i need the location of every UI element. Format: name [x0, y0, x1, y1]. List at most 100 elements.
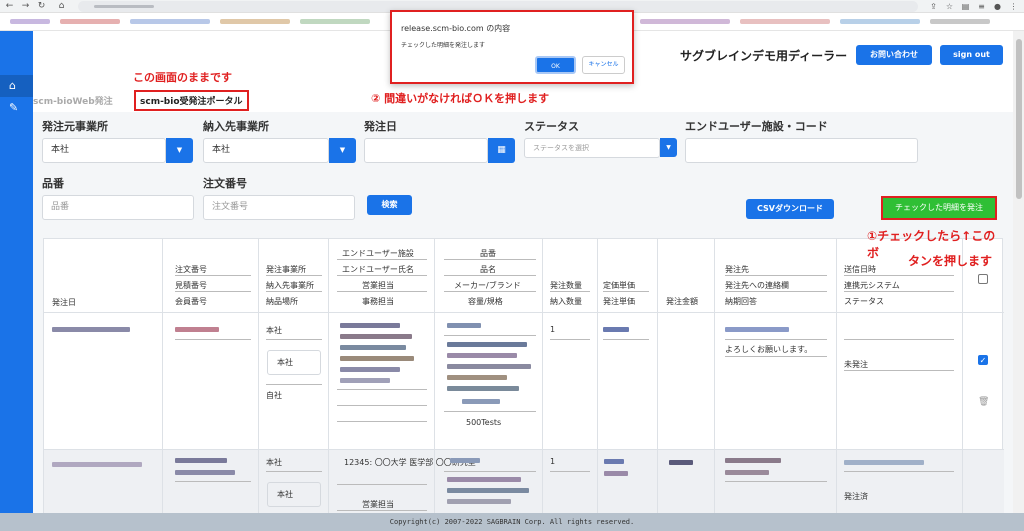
- chevron-down-icon[interactable]: ▼: [329, 138, 356, 163]
- annotation-screen: この画面のままです: [133, 71, 232, 84]
- nav-home[interactable]: ⌂: [0, 75, 33, 97]
- nav-edit[interactable]: ✎: [0, 97, 33, 119]
- orders-table-area: 発注日 注文番号 見積番号 会員番号 発注事業所 納入先事業所 納品場所 エンド…: [33, 228, 1013, 514]
- page-scrollbar[interactable]: [1013, 31, 1024, 513]
- redacted-order-date: [52, 462, 142, 467]
- bookmark-redacted[interactable]: [60, 19, 120, 24]
- order-input[interactable]: 注文番号: [203, 195, 355, 220]
- footer-copyright: Copyright(c) 2007-2022 SAGBRAIN Corp. Al…: [0, 513, 1024, 531]
- header-delivery-place: 納品場所: [266, 297, 298, 306]
- redacted-product: [450, 458, 480, 463]
- breadcrumb-current: scm-bio受発注ポータル: [134, 90, 249, 111]
- row2-dest-select[interactable]: 本社: [267, 482, 321, 507]
- back-icon[interactable]: ←: [4, 1, 15, 12]
- header-order-office: 発注事業所: [266, 265, 306, 274]
- redacted-enduser: [340, 378, 390, 383]
- enduser-input[interactable]: [685, 138, 918, 163]
- scrollbar-thumb[interactable]: [1016, 39, 1022, 199]
- csv-download-button[interactable]: CSVダウンロード: [746, 199, 834, 219]
- bookmark-redacted[interactable]: [640, 19, 730, 24]
- row1-qty: 1: [550, 325, 556, 334]
- header-sent-at: 送信日時: [844, 265, 876, 274]
- redacted-product: [447, 488, 529, 493]
- dialog-message: チェックした明細を発注します: [401, 42, 486, 49]
- header-maker-brand: メーカー/ブランド: [454, 281, 521, 290]
- reading-list-icon[interactable]: ≡: [976, 1, 987, 12]
- row2-status: 発注済: [844, 492, 868, 501]
- redacted-product: [447, 375, 507, 380]
- side-nav: ⌂ ✎: [0, 31, 33, 513]
- date-input[interactable]: [364, 138, 488, 163]
- order-checked-button[interactable]: チェックした明細を発注: [881, 196, 997, 220]
- chevron-down-icon[interactable]: ▼: [166, 138, 193, 163]
- redacted-price: [604, 471, 628, 476]
- redacted-amount: [669, 460, 693, 465]
- home-icon[interactable]: ⌂: [56, 1, 67, 12]
- header-supplier-note: 発注先への連絡欄: [725, 281, 789, 290]
- dialog-cancel-button[interactable]: キャンセル: [582, 56, 625, 74]
- orders-table: 発注日 注文番号 見積番号 会員番号 発注事業所 納入先事業所 納品場所 エンド…: [43, 229, 1004, 514]
- share-icon[interactable]: ⇪: [928, 1, 939, 12]
- signout-button[interactable]: sign out: [940, 45, 1003, 65]
- row1-dest-select[interactable]: 本社: [267, 350, 321, 375]
- confirm-dialog: release.scm-bio.com の内容 チェックした明細を発注します O…: [390, 10, 634, 84]
- profile-icon[interactable]: ●: [992, 1, 1003, 12]
- breadcrumb-root[interactable]: scm-bioWeb発注: [33, 94, 113, 107]
- item-input[interactable]: 品番: [42, 195, 194, 220]
- dest-label: 納入先事業所: [203, 120, 269, 133]
- home-icon: ⌂: [9, 79, 16, 92]
- header-spec: 容量/規格: [468, 297, 503, 306]
- url-redacted: [94, 5, 154, 8]
- bookmark-redacted[interactable]: [930, 19, 990, 24]
- redacted-order-date: [52, 327, 130, 332]
- redacted-product: [447, 353, 517, 358]
- forward-icon[interactable]: →: [20, 1, 31, 12]
- origin-select[interactable]: 本社: [42, 138, 166, 163]
- redacted-order-no: [175, 470, 235, 475]
- calendar-icon[interactable]: ▦: [488, 138, 515, 163]
- header-item-code: 品番: [480, 249, 496, 258]
- header-admin-rep: 事務担当: [362, 297, 394, 306]
- chevron-down-icon[interactable]: ▼: [660, 138, 677, 157]
- header-order-no: 注文番号: [175, 265, 207, 274]
- annotation-check-2: タンを押します: [908, 254, 993, 268]
- status-select[interactable]: ステータスを選択: [524, 138, 660, 158]
- row1-office: 本社: [266, 326, 282, 335]
- header-delivery-qty: 納入数量: [550, 297, 582, 306]
- redacted-product: [447, 323, 481, 328]
- search-button[interactable]: 検索: [367, 195, 412, 215]
- star-icon[interactable]: ☆: [944, 1, 955, 12]
- redacted-enduser: [340, 367, 400, 372]
- redacted-enduser: [340, 345, 406, 350]
- contact-button[interactable]: お問い合わせ: [856, 45, 932, 65]
- header-member-no: 会員番号: [175, 297, 207, 306]
- trash-icon[interactable]: 🗑: [978, 397, 989, 407]
- dest-select[interactable]: 本社: [203, 138, 329, 163]
- header-delivery-answer: 納期回答: [725, 297, 757, 306]
- bookmark-redacted[interactable]: [220, 19, 290, 24]
- menu-icon[interactable]: ⋮: [1008, 1, 1019, 12]
- header-enduser-name: エンドユーザー氏名: [342, 265, 414, 274]
- dialog-title: release.scm-bio.com の内容: [401, 24, 511, 33]
- puzzle-icon[interactable]: ▤: [960, 1, 971, 12]
- row1-supplier-note: よろしくお願いします。: [725, 345, 813, 354]
- select-all-checkbox[interactable]: [978, 274, 988, 284]
- status-label: ステータス: [524, 120, 579, 133]
- bookmark-redacted[interactable]: [300, 19, 370, 24]
- bookmark-redacted[interactable]: [840, 19, 920, 24]
- row2-office: 本社: [266, 458, 282, 467]
- header-enduser-facility: エンドユーザー施設: [342, 249, 414, 258]
- redacted-enduser: [340, 334, 412, 339]
- enduser-label: エンドユーザー施設・コード: [685, 120, 828, 133]
- reload-icon[interactable]: ↻: [36, 1, 47, 12]
- dialog-ok-button[interactable]: OK: [535, 56, 576, 74]
- bookmark-redacted[interactable]: [130, 19, 210, 24]
- row1-place: 自社: [266, 391, 282, 400]
- bookmark-redacted[interactable]: [10, 19, 50, 24]
- row1-checkbox[interactable]: ✓: [978, 355, 988, 365]
- header-order-price: 発注単価: [603, 297, 635, 306]
- bookmark-redacted[interactable]: [740, 19, 830, 24]
- row1-status: 未発注: [844, 360, 868, 369]
- header-dest-office: 納入先事業所: [266, 281, 314, 290]
- header-item-name: 品名: [480, 265, 496, 274]
